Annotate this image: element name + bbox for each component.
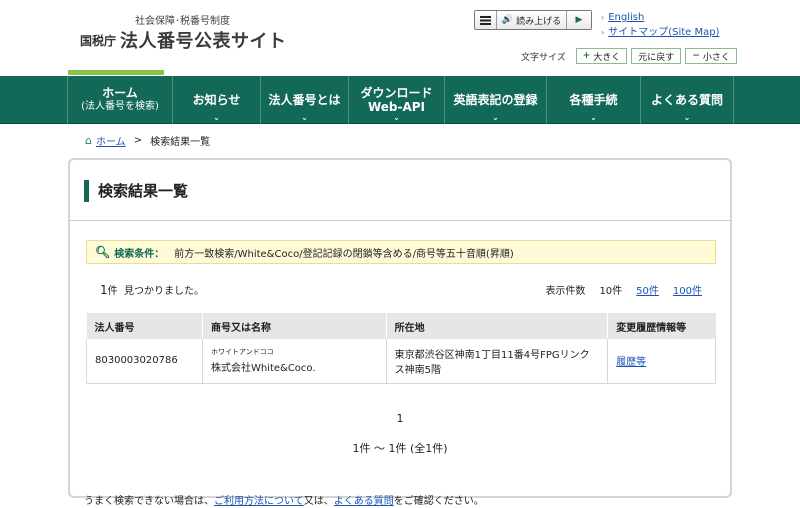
usage-guide-link[interactable]: ご利用方法について	[214, 496, 304, 507]
result-count: 1件 見つかりました。	[100, 282, 204, 297]
nav-label: お知らせ	[192, 93, 241, 107]
breadcrumb-current: 検索結果一覧	[150, 137, 211, 148]
read-aloud-label: 読み上げる	[516, 16, 562, 27]
column-header-name: 商号又は名称	[202, 313, 387, 339]
nav-label: 法人番号とは	[268, 93, 341, 107]
arrow-right-icon: ›	[601, 28, 605, 37]
per-page-label: 表示件数	[545, 286, 586, 297]
chevron-down-icon: ⌄	[393, 113, 400, 122]
sitemap-link[interactable]: サイトマップ(Site Map)	[608, 27, 719, 38]
chevron-down-icon: ⌄	[590, 113, 597, 122]
nav-label: ホーム	[102, 86, 138, 100]
per-page-50-link[interactable]: 50件	[636, 282, 659, 297]
english-link-row: › English	[601, 10, 720, 25]
corporate-name: 株式会社White&Coco.	[210, 363, 316, 375]
pagination: 1	[70, 412, 730, 425]
font-larger-label: 大きく	[593, 52, 621, 63]
nav-item-about[interactable]: 法人番号とは ⌄	[260, 76, 348, 124]
history-link[interactable]: 履歴等	[616, 357, 646, 368]
nav-label: ダウンロード	[360, 86, 433, 100]
help-note: うまく検索できない場合は、ご利用方法について又は、よくある質問をご確認ください。	[84, 492, 484, 507]
hamburger-icon	[480, 15, 491, 25]
global-nav: ホーム (法人番号を検索) お知らせ ⌄ 法人番号とは ⌄ ダウンロード Web…	[0, 76, 800, 124]
nav-item-news[interactable]: お知らせ ⌄	[172, 76, 260, 124]
read-aloud-toolbar: 🔊 読み上げる ▶	[474, 10, 592, 30]
result-range: 1件 ～ 1件 (全1件)	[352, 442, 448, 455]
play-button[interactable]: ▶	[567, 11, 591, 29]
font-reset-button[interactable]: 元に戻す	[631, 48, 682, 64]
result-count-text: 見つかりました。	[124, 286, 204, 297]
font-reset-label: 元に戻す	[638, 52, 675, 63]
column-header-history: 変更履歴情報等	[607, 313, 716, 339]
page-title: 検索結果一覧	[84, 180, 188, 202]
font-smaller-button[interactable]: − 小さく	[685, 48, 737, 64]
font-size-label: 文字サイズ	[521, 52, 566, 63]
nav-item-faq[interactable]: よくある質問 ⌄	[640, 76, 734, 124]
logo-subtitle: 社会保障･税番号制度	[135, 16, 230, 27]
breadcrumb-home-link[interactable]: ホーム	[96, 133, 126, 148]
corporate-name-cell: ホワイトアンドココ 株式会社White&Coco.	[202, 339, 387, 384]
chevron-down-icon: ⌄	[301, 113, 308, 122]
per-page-100-link[interactable]: 100件	[673, 282, 702, 297]
active-nav-indicator	[68, 70, 164, 75]
sitemap-link-row: › サイトマップ(Site Map)	[601, 25, 720, 40]
chevron-down-icon: ⌄	[683, 113, 691, 122]
logo-agency: 国税庁	[80, 34, 117, 48]
corporate-address: 東京都渋谷区神南1丁目11番4号FPGリンクス神南5階	[386, 339, 609, 384]
plus-icon: +	[582, 51, 591, 61]
font-smaller-label: 小さく	[702, 52, 730, 63]
corporate-name-furigana: ホワイトアンドココ	[210, 348, 274, 357]
header-links: › English › サイトマップ(Site Map)	[601, 10, 720, 40]
result-count-unit: 件	[107, 286, 118, 297]
faq-link[interactable]: よくある質問	[334, 496, 394, 507]
font-size-controls: 文字サイズ + 大きく 元に戻す − 小さく	[521, 48, 737, 64]
column-header-address: 所在地	[386, 313, 609, 339]
table-header-row: 法人番号 商号又は名称 所在地 変更履歴情報等	[86, 313, 716, 339]
minus-icon: −	[692, 51, 700, 61]
search-icon: 🔍︎	[95, 245, 111, 259]
column-header-number: 法人番号	[86, 313, 203, 339]
home-icon: ⌂	[85, 134, 92, 147]
nav-items: ホーム (法人番号を検索) お知らせ ⌄ 法人番号とは ⌄ ダウンロード Web…	[67, 76, 734, 124]
play-icon: ▶	[575, 15, 583, 25]
nav-item-english[interactable]: 英語表記の登録 ⌄	[444, 76, 546, 124]
page-number-current: 1	[396, 412, 404, 425]
read-aloud-button[interactable]: 🔊 読み上げる	[497, 11, 567, 29]
nav-label: 各種手続	[569, 93, 618, 107]
search-condition-box: 🔍︎ 検索条件： 前方一致検索/White&Coco/登記記録の閉鎖等含める/商…	[86, 240, 716, 264]
menu-button[interactable]	[475, 11, 497, 29]
english-link[interactable]: English	[608, 12, 644, 23]
corporate-number: 8030003020786	[86, 339, 203, 384]
nav-label: よくある質問	[650, 93, 723, 107]
table-row: 8030003020786 ホワイトアンドココ 株式会社White&Coco. …	[86, 339, 716, 384]
breadcrumb-separator: >	[133, 135, 143, 146]
help-note-middle: 又は、	[303, 496, 334, 507]
nav-label: 英語表記の登録	[453, 93, 538, 107]
logo-title: 法人番号公表サイト	[120, 31, 287, 52]
search-condition-text: 前方一致検索/White&Coco/登記記録の閉鎖等含める/商号等五十音順(昇順…	[174, 248, 514, 260]
arrow-right-icon: ›	[601, 13, 605, 22]
per-page-current: 10件	[599, 286, 623, 297]
per-page-selector: 表示件数 10件 50件 100件	[545, 282, 702, 297]
search-condition-label: 検索条件：	[114, 248, 165, 260]
history-cell: 履歴等	[607, 339, 716, 384]
nav-item-download[interactable]: ダウンロード Web-API ⌄	[348, 76, 444, 124]
speaker-icon: 🔊	[501, 15, 514, 25]
site-header: 社会保障･税番号制度 国税庁 法人番号公表サイト 🔊 読み上げる ▶ › Engli…	[0, 0, 800, 75]
help-note-prefix: うまく検索できない場合は、	[84, 496, 214, 507]
help-note-suffix: をご確認ください。	[393, 496, 484, 507]
breadcrumb: ⌂ ホーム > 検索結果一覧	[85, 133, 210, 148]
results-table: 法人番号 商号又は名称 所在地 変更履歴情報等 8030003020786 ホワ…	[86, 313, 716, 384]
nav-item-home[interactable]: ホーム (法人番号を検索)	[67, 76, 172, 124]
nav-sublabel: (法人番号を検索)	[81, 101, 159, 112]
chevron-down-icon: ⌄	[492, 113, 499, 122]
nav-item-procedures[interactable]: 各種手続 ⌄	[546, 76, 640, 124]
divider	[70, 220, 730, 221]
results-panel: 検索結果一覧 🔍︎ 検索条件： 前方一致検索/White&Coco/登記記録の閉…	[68, 158, 732, 498]
nav-label-2: Web-API	[367, 100, 426, 114]
chevron-down-icon: ⌄	[213, 113, 220, 122]
font-larger-button[interactable]: + 大きく	[575, 48, 628, 64]
result-count-number: 1	[100, 283, 108, 297]
logo-main: 国税庁 法人番号公表サイト	[80, 27, 287, 53]
